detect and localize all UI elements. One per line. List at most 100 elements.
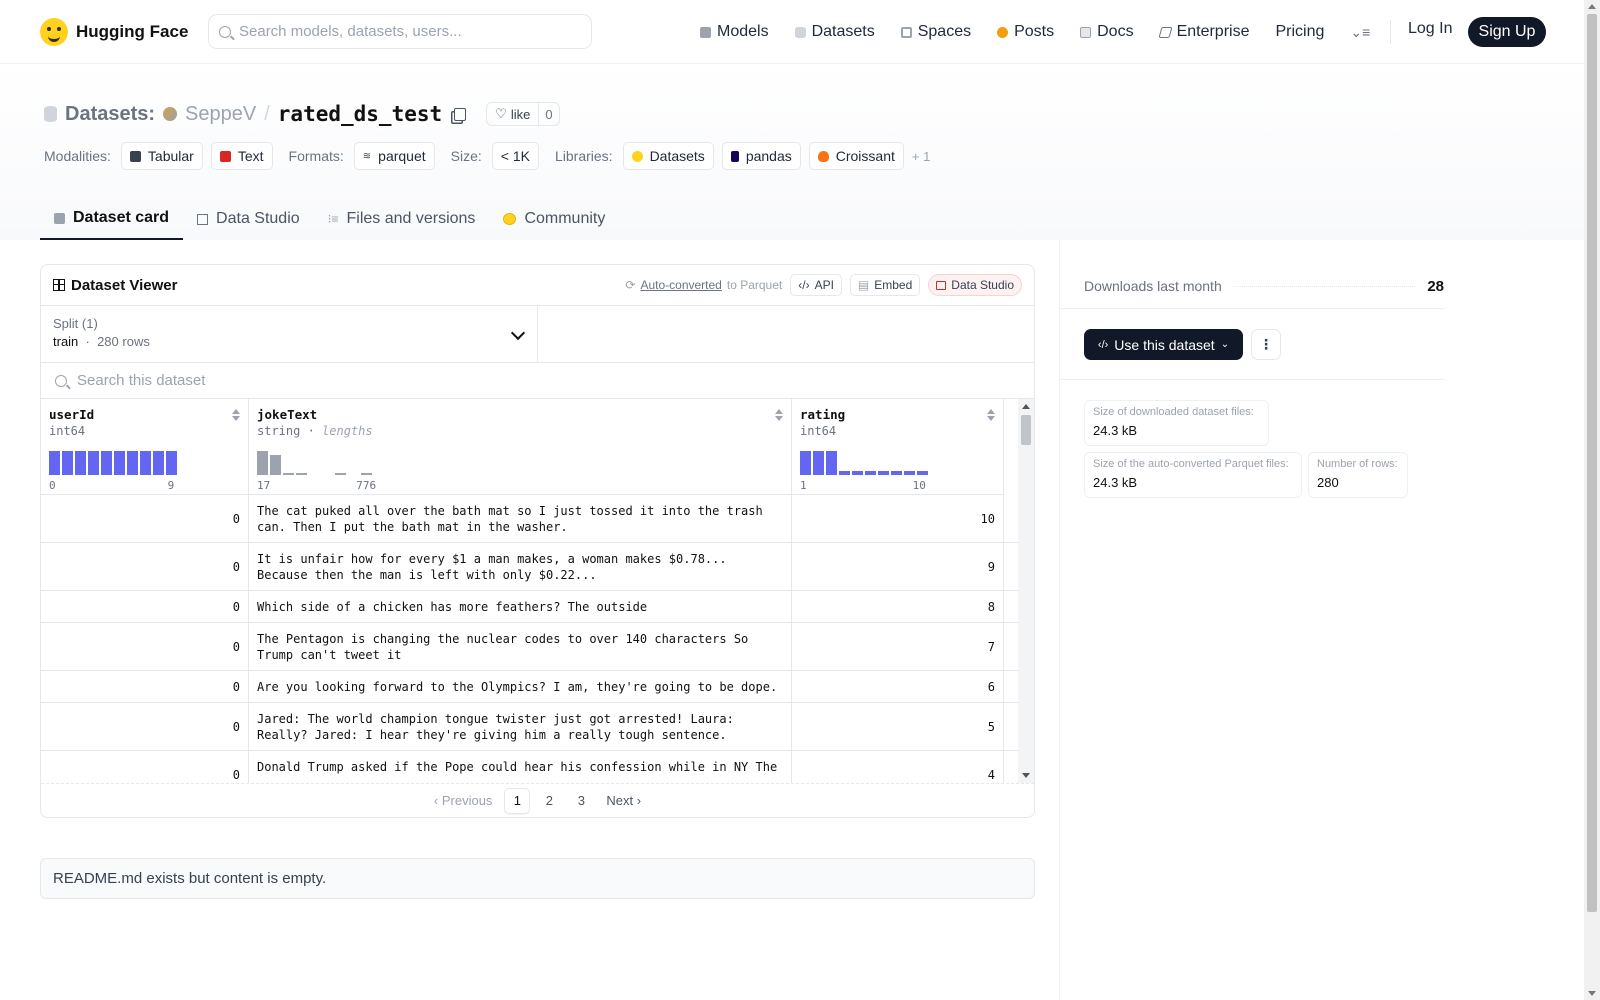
- login-link[interactable]: Log In: [1408, 20, 1452, 38]
- scroll-down-icon[interactable]: [1022, 773, 1030, 778]
- nav-enterprise[interactable]: Enterprise: [1158, 23, 1250, 41]
- nav-datasets[interactable]: Datasets: [794, 23, 875, 41]
- tab-community[interactable]: Community: [489, 198, 619, 240]
- nav-models[interactable]: Models: [700, 23, 769, 41]
- column-header-rating[interactable]: rating int64 1 10: [792, 399, 1004, 495]
- cell-joketext: Jared: The world champion tongue twister…: [249, 703, 792, 750]
- histogram-bar: [114, 451, 125, 475]
- hugging-face-logo-icon: [40, 17, 68, 46]
- page-1-button[interactable]: 1: [504, 787, 531, 814]
- column-name: rating: [800, 407, 846, 422]
- nav-spaces[interactable]: Spaces: [900, 23, 971, 41]
- page-scrollbar-thumb[interactable]: [1587, 14, 1597, 912]
- sort-icon[interactable]: [232, 409, 240, 421]
- table-row[interactable]: 0 Donald Trump asked if the Pope could h…: [41, 751, 1020, 783]
- column-header-userid[interactable]: userId int64 09: [41, 399, 249, 495]
- brand-logo[interactable]: Hugging Face: [40, 17, 188, 46]
- tag-text[interactable]: Text: [210, 142, 273, 170]
- histogram-bar: [852, 471, 863, 475]
- tag-tabular[interactable]: Tabular: [120, 142, 203, 170]
- histogram-bar: [62, 451, 73, 475]
- hist-max: 10: [912, 479, 926, 492]
- page-scrollbar[interactable]: [1584, 0, 1600, 1000]
- tag-croissant[interactable]: Croissant: [808, 142, 904, 170]
- more-libraries[interactable]: + 1: [912, 149, 930, 164]
- stat-label: Size of downloaded dataset files:: [1093, 406, 1254, 418]
- tab-data-studio[interactable]: Data Studio: [183, 198, 314, 240]
- more-options-button[interactable]: ⋮: [1251, 329, 1281, 360]
- stat-label: Number of rows:: [1317, 458, 1398, 470]
- scrollbar-thumb[interactable]: [1021, 415, 1031, 445]
- table-row[interactable]: 0 It is unfair how for every $1 a man ma…: [41, 543, 1020, 591]
- viewer-header: Dataset Viewer ⟳ Auto-converted to Parquet…: [41, 265, 1034, 306]
- table-scrollbar[interactable]: [1018, 399, 1034, 783]
- cell-userid: 0: [41, 671, 249, 702]
- hist-max: 9: [167, 479, 175, 492]
- histogram-range: 09: [49, 479, 174, 492]
- api-button[interactable]: ‹/› API: [790, 274, 842, 296]
- nav-posts[interactable]: Posts: [997, 23, 1054, 41]
- scroll-up-icon[interactable]: [1022, 404, 1030, 409]
- histogram-bar: [166, 451, 177, 475]
- global-search-input[interactable]: Search models, datasets, users...: [208, 14, 592, 49]
- nav-enterprise-label: Enterprise: [1176, 23, 1250, 40]
- breadcrumb-owner[interactable]: SeppeV: [185, 103, 256, 126]
- sort-icon[interactable]: [987, 409, 995, 421]
- tag-text-label: Text: [237, 148, 264, 164]
- copy-icon[interactable]: [454, 107, 467, 121]
- auto-converted-link[interactable]: Auto-converted: [640, 278, 721, 292]
- column-type: string: [257, 424, 301, 438]
- dataset-search-input[interactable]: Search this dataset: [41, 363, 1034, 399]
- table-row[interactable]: 0 Are you looking forward to the Olympic…: [41, 671, 1020, 703]
- code-icon: ‹/›: [1097, 338, 1109, 351]
- tab-dataset-card[interactable]: Dataset card: [40, 198, 184, 240]
- nav-pricing[interactable]: Pricing: [1275, 23, 1324, 41]
- table-row[interactable]: 0 Which side of a chicken has more feath…: [41, 591, 1020, 623]
- histogram-bar: [101, 451, 112, 475]
- search-icon: [55, 374, 67, 387]
- data-studio-button[interactable]: Data Studio: [928, 274, 1022, 296]
- nav-models-label: Models: [717, 23, 769, 40]
- table-row[interactable]: 0 The cat puked all over the bath mat so…: [41, 495, 1020, 543]
- tag-pandas[interactable]: pandas: [721, 142, 801, 170]
- tag-size[interactable]: < 1K: [491, 142, 539, 170]
- signup-button[interactable]: Sign Up: [1468, 17, 1546, 47]
- scroll-down-icon[interactable]: [1588, 991, 1596, 996]
- embed-label: Embed: [874, 278, 913, 292]
- size-label: Size:: [450, 148, 482, 164]
- next-page-button[interactable]: Next ›: [600, 788, 647, 814]
- page-3-button[interactable]: 3: [568, 788, 594, 814]
- tab-files[interactable]: ⁝≡ Files and versions: [314, 198, 490, 240]
- tab-data-studio-label: Data Studio: [216, 210, 300, 227]
- histogram-bar: [140, 451, 151, 475]
- column-header-joketext[interactable]: jokeText string · lengths 17 776: [249, 399, 792, 495]
- api-label: API: [814, 278, 834, 292]
- use-this-dataset-button[interactable]: ‹/› Use this dataset ⌄: [1084, 329, 1243, 360]
- tab-dataset-card-label: Dataset card: [73, 209, 170, 226]
- previous-page-button[interactable]: ‹ Previous: [428, 788, 499, 814]
- split-dropdown[interactable]: Split (1) train · 280 rows: [41, 306, 538, 362]
- dataset-search-placeholder: Search this dataset: [77, 372, 206, 389]
- cell-joketext: Donald Trump asked if the Pope could hea…: [249, 751, 792, 783]
- chevron-right-icon: ›: [636, 793, 642, 808]
- parquet-icon: ≋: [362, 150, 372, 162]
- page-2-button[interactable]: 2: [536, 788, 562, 814]
- like-button[interactable]: ♡ like 0: [486, 102, 560, 126]
- embed-button[interactable]: ▤ Embed: [849, 274, 921, 296]
- cell-rating: 5: [792, 703, 1004, 750]
- nav-datasets-label: Datasets: [811, 23, 875, 40]
- table-row[interactable]: 0 The Pentagon is changing the nuclear c…: [41, 623, 1020, 671]
- scroll-up-icon[interactable]: [1588, 4, 1596, 9]
- histogram-bar: [917, 471, 928, 475]
- sort-icon[interactable]: [775, 409, 783, 421]
- cube-icon: [700, 26, 711, 38]
- histogram-bar: [257, 451, 268, 475]
- cell-userid: 0: [41, 751, 249, 783]
- breadcrumb-category[interactable]: Datasets:: [65, 103, 155, 126]
- nav-more-menu[interactable]: ⌄≡: [1350, 24, 1370, 41]
- nav-docs[interactable]: Docs: [1080, 23, 1134, 41]
- table-row[interactable]: 0 Jared: The world champion tongue twist…: [41, 703, 1020, 751]
- repo-name[interactable]: rated_ds_test: [278, 102, 442, 126]
- tag-datasets-lib[interactable]: Datasets: [622, 142, 714, 170]
- tag-parquet[interactable]: ≋ parquet: [353, 142, 435, 170]
